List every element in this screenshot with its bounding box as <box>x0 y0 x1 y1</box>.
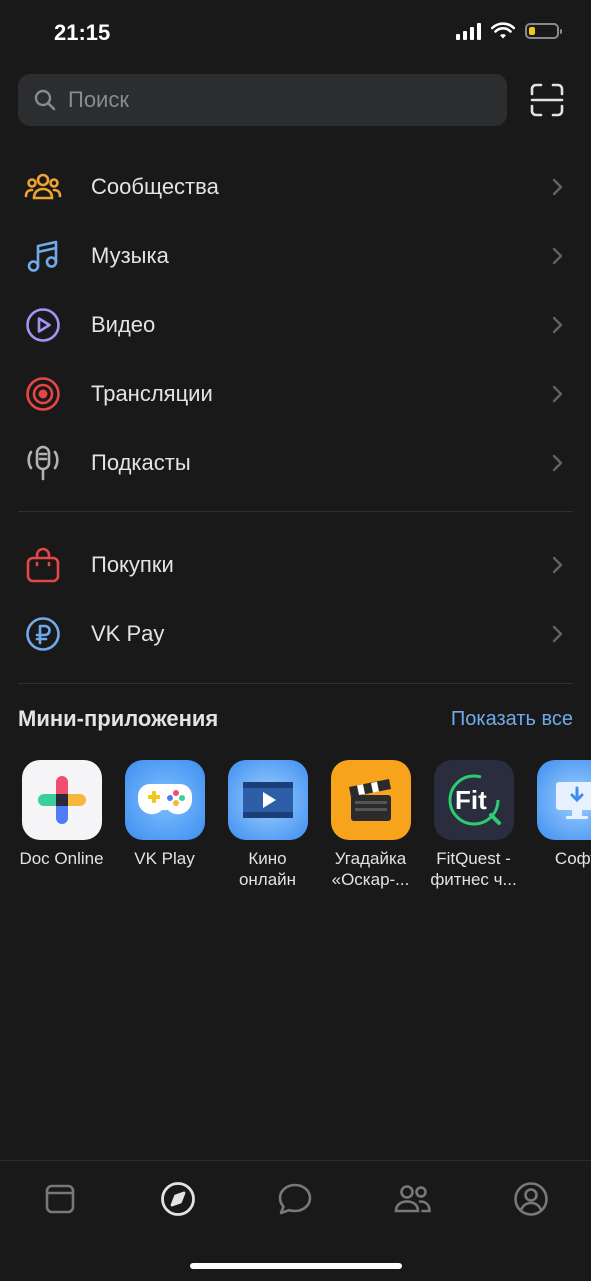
mini-app-label: Софт <box>527 848 591 869</box>
mini-apps-header: Мини-приложения Показать все <box>18 702 573 736</box>
mini-app-label: VK Play <box>115 848 215 869</box>
communities-icon <box>24 168 62 206</box>
menu-item-label: Подкасты <box>91 450 191 476</box>
mini-app-fitquest[interactable]: Fit FitQuest - фитнес ч... <box>422 760 525 890</box>
chevron-right-icon <box>551 177 565 197</box>
tab-profile[interactable] <box>511 1179 551 1219</box>
tab-explore[interactable] <box>158 1179 198 1219</box>
monitor-download-icon <box>537 760 591 840</box>
svg-text:Fit: Fit <box>455 785 487 815</box>
tab-feed[interactable] <box>40 1179 80 1219</box>
vkpay-icon <box>24 615 62 653</box>
chevron-right-icon <box>551 384 565 404</box>
profile-icon <box>513 1181 549 1217</box>
show-all-link[interactable]: Показать все <box>451 708 573 731</box>
chevron-right-icon <box>551 624 565 644</box>
gamepad-icon <box>125 760 205 840</box>
live-icon <box>24 375 62 413</box>
mini-app-doc-online[interactable]: Doc Online <box>10 760 113 890</box>
qr-scan-icon <box>530 83 564 117</box>
cellular-signal-icon <box>456 22 481 40</box>
chevron-right-icon <box>551 453 565 473</box>
friends-icon <box>394 1183 432 1215</box>
mini-apps-list: Doc Online VK Play Кино онлайн <box>10 760 591 890</box>
mini-app-soft[interactable]: Софт <box>525 760 591 890</box>
search-input[interactable]: Поиск <box>18 74 507 126</box>
chevron-right-icon <box>551 246 565 266</box>
video-icon <box>24 306 62 344</box>
menu-item-podcasts[interactable]: Подкасты <box>0 428 591 497</box>
mini-app-label: Угадайка «Оскар-... <box>321 848 421 890</box>
qr-scan-button[interactable] <box>521 74 573 126</box>
menu-item-shopping[interactable]: Покупки <box>0 530 591 599</box>
shopping-bag-icon <box>24 546 62 584</box>
mini-app-kino-online[interactable]: Кино онлайн <box>216 760 319 890</box>
chevron-right-icon <box>551 315 565 335</box>
fitquest-logo-icon: Fit <box>434 760 514 840</box>
clapperboard-icon <box>331 760 411 840</box>
tab-messages[interactable] <box>275 1179 315 1219</box>
podcast-icon <box>24 444 62 482</box>
menu-item-music[interactable]: Музыка <box>0 221 591 290</box>
search-row: Поиск <box>18 74 573 126</box>
chat-bubble-icon <box>277 1182 313 1216</box>
battery-icon <box>525 23 559 39</box>
newsfeed-icon <box>44 1183 76 1215</box>
menu-item-video[interactable]: Видео <box>0 290 591 359</box>
menu-item-label: Музыка <box>91 243 169 269</box>
music-icon <box>24 237 62 275</box>
menu-item-vkpay[interactable]: VK Pay <box>0 599 591 668</box>
section-divider <box>18 511 573 512</box>
tab-friends[interactable] <box>393 1179 433 1219</box>
mini-app-vk-play[interactable]: VK Play <box>113 760 216 890</box>
search-icon <box>34 89 56 111</box>
chevron-right-icon <box>551 555 565 575</box>
mini-app-label: Doc Online <box>12 848 112 869</box>
mini-app-label: Кино онлайн <box>218 848 318 890</box>
menu-item-communities[interactable]: Сообщества <box>0 152 591 221</box>
compass-icon <box>160 1181 196 1217</box>
status-icons <box>456 22 559 40</box>
search-placeholder: Поиск <box>68 87 129 113</box>
menu-item-live[interactable]: Трансляции <box>0 359 591 428</box>
film-icon <box>228 760 308 840</box>
status-time: 21:15 <box>54 20 110 46</box>
menu-item-label: Покупки <box>91 552 174 578</box>
wifi-icon <box>491 22 515 40</box>
mini-app-oscar-quiz[interactable]: Угадайка «Оскар-... <box>319 760 422 890</box>
menu-item-label: Трансляции <box>91 381 213 407</box>
doc-online-icon <box>22 760 102 840</box>
menu-item-label: Сообщества <box>91 174 219 200</box>
section-divider <box>18 683 573 684</box>
mini-apps-title: Мини-приложения <box>18 706 218 732</box>
menu-group-main: Сообщества Музыка Видео <box>0 152 591 497</box>
menu-item-label: VK Pay <box>91 621 164 647</box>
menu-group-services: Покупки VK Pay <box>0 530 591 668</box>
menu-item-label: Видео <box>91 312 155 338</box>
mini-app-label: FitQuest - фитнес ч... <box>424 848 524 890</box>
status-bar: 21:15 <box>0 0 591 64</box>
home-indicator <box>190 1263 402 1269</box>
tab-bar <box>0 1160 591 1281</box>
